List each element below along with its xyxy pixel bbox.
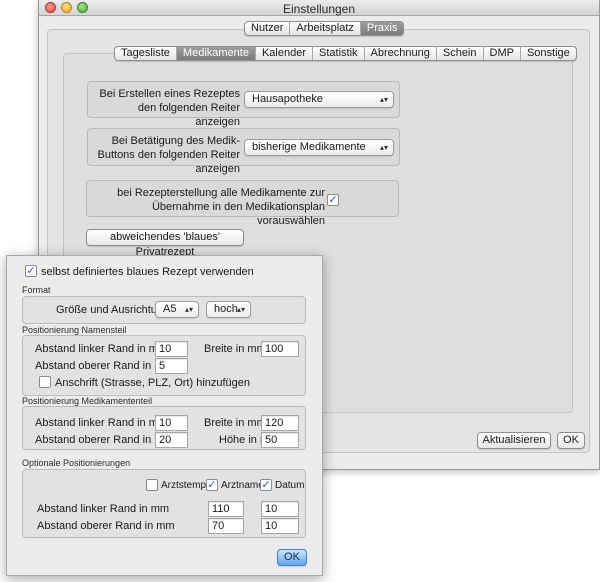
format-section-title: Format [22,285,51,295]
paper-size-value: A5 [163,303,177,315]
arztstempel-checkbox[interactable] [146,479,158,491]
medik-button-reiter-select[interactable]: bisherige Medikamente ▴▾ [244,139,394,156]
datum-left-input[interactable]: 10 [261,501,299,517]
optional-left-margin-label: Abstand linker Rand in mm [37,503,170,515]
updown-arrows-icon: ▴▾ [184,305,193,314]
rezept-reiter-select[interactable]: Hausapotheke ▴▾ [244,91,394,108]
use-custom-blue-label: selbst definiertes blaues Rezept verwend… [41,266,254,278]
datum-top-input[interactable]: 10 [261,518,299,534]
blue-prescription-popover: ✓ selbst definiertes blaues Rezept verwe… [6,255,323,576]
arztname-left-input[interactable]: 110 [208,501,244,517]
med-top-margin-input[interactable]: 20 [155,432,188,448]
sub-tab-bar: Tagesliste Medikamente Kalender Statisti… [114,46,577,61]
top-tab-bar: Nutzer Arbeitsplatz Praxis [244,21,405,36]
main-ok-button[interactable]: OK [557,432,585,449]
window-title: Einstellungen [282,2,356,16]
tab-abrechnung[interactable]: Abrechnung [365,47,437,60]
name-top-margin-label: Abstand oberer Rand in mm [35,360,173,372]
arztname-checkbox[interactable]: ✓ [206,479,218,491]
name-top-margin-input[interactable]: 5 [155,358,188,374]
tab-praxis[interactable]: Praxis [360,22,404,35]
tab-sonstige[interactable]: Sonstige [521,47,576,60]
tab-dmp[interactable]: DMP [484,47,521,60]
medik-button-reiter-value: bisherige Medikamente [252,141,366,153]
medikationsplan-label: bei Rezepterstellung alle Medikamente zu… [117,187,325,227]
tab-kalender[interactable]: Kalender [256,47,314,60]
medik-button-reiter-label: Bei Betätigung des Medik-Buttons den fol… [97,135,241,175]
tab-schein[interactable]: Schein [437,47,484,60]
medikationsplan-group: bei Rezepterstellung alle Medikamente zu… [86,180,399,227]
arztname-label: Arztname [221,480,264,491]
update-button[interactable]: Aktualisieren [477,432,551,449]
popover-ok-button[interactable]: OK [277,549,307,566]
tab-statistik[interactable]: Statistik [313,47,365,60]
datum-checkbox[interactable]: ✓ [260,479,272,491]
optional-top-margin-label: Abstand oberer Rand in mm [37,520,175,532]
name-part-section: Abstand linker Rand in mm 10 Breite in m… [22,335,306,396]
medik-button-reiter-group: Bei Betätigung des Medik-Buttons den fol… [87,128,400,175]
size-orientation-label: Größe und Ausrichtung [56,304,170,316]
datum-label: Datum [275,480,305,491]
updown-arrows-icon: ▴▾ [379,143,388,152]
title-bar[interactable]: Einstellungen [39,0,599,16]
add-address-checkbox[interactable] [39,376,51,388]
optional-section-title: Optionale Positionierungen [22,458,131,468]
orientation-select[interactable]: hoch ▴▾ [206,301,251,318]
tab-tagesliste[interactable]: Tagesliste [115,47,177,60]
tab-nutzer[interactable]: Nutzer [245,22,291,35]
format-section: Größe und Ausrichtung A5 ▴▾ hoch ▴▾ [22,296,306,324]
medikationsplan-checkbox[interactable]: ✓ [327,194,339,206]
orientation-value: hoch [214,303,238,315]
arztname-top-input[interactable]: 70 [208,518,244,534]
rezept-reiter-group: Bei Erstellen eines Rezeptes den folgend… [87,81,400,128]
med-top-margin-label: Abstand oberer Rand in mm [35,434,173,446]
updown-arrows-icon: ▴▾ [236,305,245,314]
med-part-section: Abstand linker Rand in mm 10 Breite in m… [22,406,306,450]
med-part-section-title: Positionierung Medikamententeil [22,396,153,406]
updown-arrows-icon: ▴▾ [379,95,388,104]
med-width-label: Breite in mm [204,417,266,429]
name-width-input[interactable]: 100 [261,341,299,357]
name-width-label: Breite in mm [204,343,266,355]
med-width-input[interactable]: 120 [261,415,299,431]
blue-private-prescription-button[interactable]: abweichendes 'blaues' Privatrezept [86,229,244,258]
med-left-margin-input[interactable]: 10 [155,415,188,431]
tab-arbeitsplatz[interactable]: Arbeitsplatz [290,22,361,35]
rezept-reiter-value: Hausapotheke [252,93,323,105]
name-left-margin-label: Abstand linker Rand in mm [35,343,168,355]
rezept-reiter-label: Bei Erstellen eines Rezeptes den folgend… [99,88,240,128]
tab-medikamente[interactable]: Medikamente [176,47,256,60]
paper-size-select[interactable]: A5 ▴▾ [155,301,199,318]
use-custom-blue-checkbox[interactable]: ✓ [25,265,37,277]
name-part-section-title: Positionierung Namensteil [22,325,127,335]
med-height-input[interactable]: 50 [261,432,299,448]
name-left-margin-input[interactable]: 10 [155,341,188,357]
optional-section: Arztstempel ✓ Arztname ✓ Datum Abstand l… [22,469,306,538]
add-address-label: Anschrift (Strasse, PLZ, Ort) hinzufügen [55,377,251,389]
med-left-margin-label: Abstand linker Rand in mm [35,417,168,429]
